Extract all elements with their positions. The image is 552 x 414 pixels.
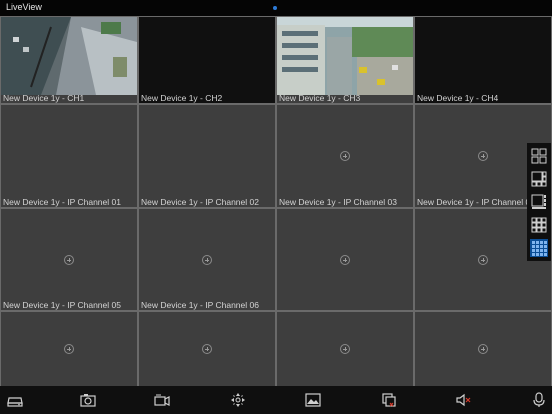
layout-9-icon <box>531 217 547 233</box>
layout-switcher <box>527 143 551 261</box>
add-channel-icon[interactable] <box>340 151 350 161</box>
channel-label: New Device 1y - IP Channel 05 <box>3 300 121 310</box>
channel-cell-1[interactable]: New Device 1y - CH1 <box>1 17 137 103</box>
add-channel-icon[interactable] <box>478 151 488 161</box>
channel-cell-15[interactable] <box>277 312 413 386</box>
image-button[interactable] <box>304 391 322 409</box>
bottom-toolbar <box>0 386 552 414</box>
layout-4-icon <box>531 148 547 164</box>
add-channel-icon[interactable] <box>478 254 488 265</box>
layout-9-button[interactable] <box>530 216 548 234</box>
snapshot-icon <box>80 394 96 407</box>
camera-feed-image <box>277 17 413 95</box>
ptz-button[interactable] <box>229 391 247 409</box>
device-icon <box>7 397 23 407</box>
title-bar: LiveView <box>0 0 552 16</box>
channel-cell-6[interactable]: New Device 1y - IP Channel 02 <box>139 105 275 207</box>
mute-icon <box>456 393 471 407</box>
channel-cell-14[interactable] <box>139 312 275 386</box>
add-channel-icon[interactable] <box>340 254 350 265</box>
channel-label: New Device 1y - CH1 <box>3 93 85 103</box>
layout-8-button[interactable] <box>530 193 548 211</box>
channel-cell-9[interactable]: New Device 1y - IP Channel 05 <box>1 209 137 310</box>
add-channel-icon[interactable] <box>202 344 212 354</box>
snapshot-button[interactable] <box>79 391 97 409</box>
channel-cell-3[interactable]: New Device 1y - CH3 <box>277 17 413 103</box>
channel-label: New Device 1y - IP Channel 06 <box>141 300 259 310</box>
channel-label: New Device 1y - CH4 <box>417 93 499 103</box>
channel-cell-7[interactable]: New Device 1y - IP Channel 03 <box>277 105 413 207</box>
close-all-button[interactable] <box>380 391 398 409</box>
record-icon <box>154 394 170 406</box>
app-title: LiveView <box>6 2 42 12</box>
layout-16-button[interactable] <box>530 239 548 257</box>
device-button[interactable] <box>6 391 24 409</box>
channel-label: New Device 1y - IP Channel 01 <box>3 197 121 207</box>
channel-cell-13[interactable] <box>1 312 137 386</box>
layout-4-button[interactable] <box>530 147 548 165</box>
layout-6-button[interactable] <box>530 170 548 188</box>
channel-label: New Device 1y - IP Channel 02 <box>141 197 259 207</box>
add-channel-icon[interactable] <box>64 344 74 354</box>
image-icon <box>305 393 321 407</box>
ptz-icon <box>231 393 245 407</box>
channel-cell-16[interactable] <box>415 312 551 386</box>
channel-cell-11[interactable] <box>277 209 413 310</box>
mute-button[interactable] <box>454 391 472 409</box>
camera-feed-image <box>1 17 137 95</box>
channel-cell-4[interactable]: New Device 1y - CH4 <box>415 17 551 103</box>
video-grid: New Device 1y - CH1 New Device 1y - CH2 … <box>0 16 552 386</box>
channel-label: New Device 1y - CH2 <box>141 93 223 103</box>
layout-16-icon <box>532 241 547 256</box>
status-dot <box>273 6 277 10</box>
channel-cell-10[interactable]: New Device 1y - IP Channel 06 <box>139 209 275 310</box>
add-channel-icon[interactable] <box>202 254 212 265</box>
talk-button[interactable] <box>530 391 548 409</box>
channel-cell-5[interactable]: New Device 1y - IP Channel 01 <box>1 105 137 207</box>
layout-8-icon <box>531 194 546 209</box>
layout-6-icon <box>531 171 547 187</box>
channel-label: New Device 1y - CH3 <box>279 93 361 103</box>
add-channel-icon[interactable] <box>478 344 488 354</box>
channel-cell-2[interactable]: New Device 1y - CH2 <box>139 17 275 103</box>
channel-label: New Device 1y - IP Channel 03 <box>279 197 397 207</box>
close-all-icon <box>382 393 396 407</box>
add-channel-icon[interactable] <box>340 344 350 354</box>
talk-icon <box>533 392 545 407</box>
channel-label: New Device 1y - IP Channel 04 <box>417 197 535 207</box>
add-channel-icon[interactable] <box>64 254 74 265</box>
record-button[interactable] <box>153 391 171 409</box>
